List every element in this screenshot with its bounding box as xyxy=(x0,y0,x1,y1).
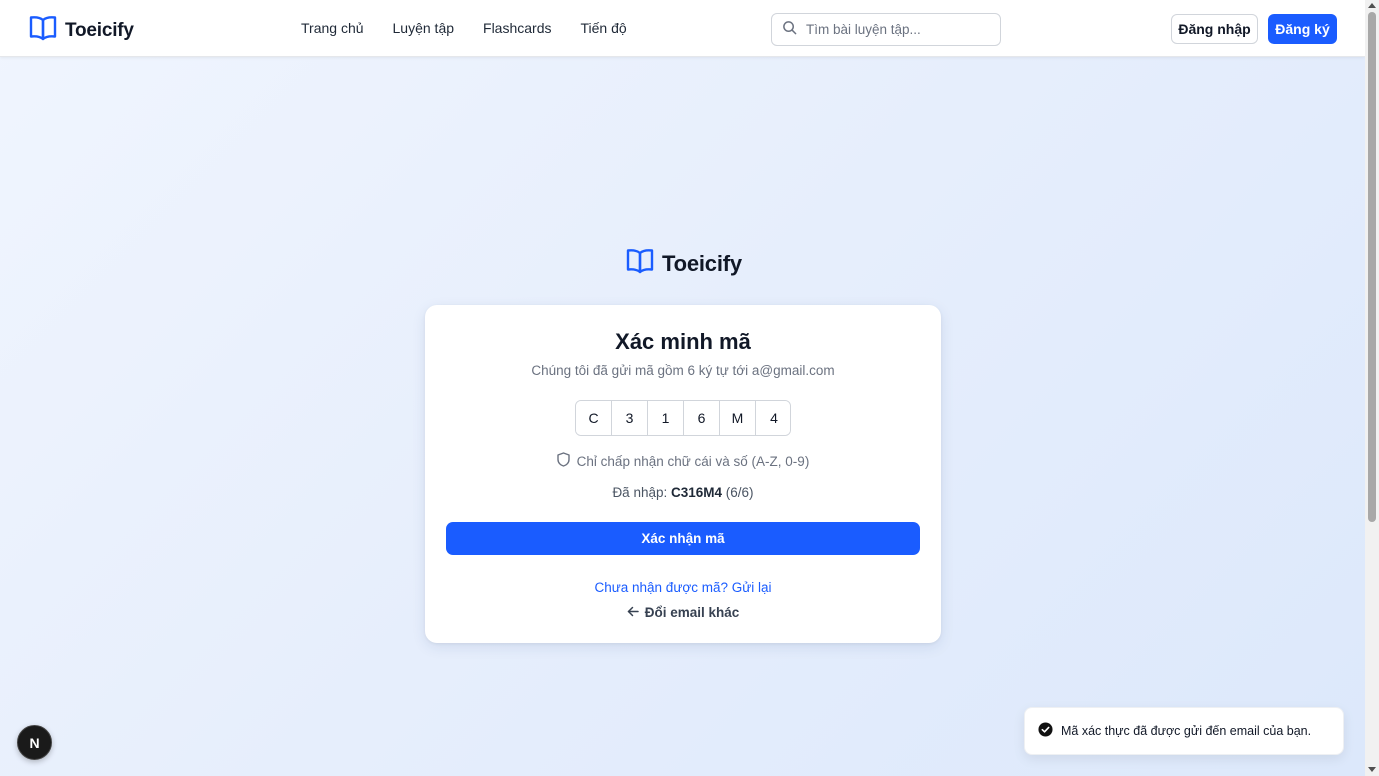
book-open-icon xyxy=(626,248,654,279)
brand-name: Toeicify xyxy=(65,19,134,41)
otp-digit-6[interactable] xyxy=(756,401,790,435)
book-open-icon xyxy=(29,15,57,46)
otp-digit-1[interactable] xyxy=(576,401,612,435)
otp-digit-5[interactable] xyxy=(720,401,756,435)
verify-subtitle: Chúng tôi đã gửi mã gồm 6 ký tự tới a@gm… xyxy=(531,363,835,378)
verify-code-card: Xác minh mã Chúng tôi đã gửi mã gồm 6 ký… xyxy=(425,305,941,643)
confirm-code-button[interactable]: Xác nhận mã xyxy=(446,522,920,555)
entered-label: Đã nhập: xyxy=(612,485,668,500)
page: Toeicify Trang chủ Luyện tập Flashcards … xyxy=(0,0,1365,776)
nav-home[interactable]: Trang chủ xyxy=(301,20,364,36)
success-toast: Mã xác thực đã được gửi đến email của bạ… xyxy=(1024,707,1344,755)
resend-code-link[interactable]: Chưa nhận được mã? Gửi lại xyxy=(425,580,941,595)
shield-icon xyxy=(556,452,570,470)
hint-text: Chỉ chấp nhận chữ cái và số (A-Z, 0-9) xyxy=(576,453,810,469)
scroll-down-arrow-icon[interactable] xyxy=(1368,767,1376,772)
brand-logo-link[interactable]: Toeicify xyxy=(29,15,134,46)
center-brand-name: Toeicify xyxy=(662,250,742,276)
nav-progress[interactable]: Tiến độ xyxy=(580,20,626,36)
register-button[interactable]: Đăng ký xyxy=(1268,14,1337,44)
scroll-up-arrow-icon[interactable] xyxy=(1368,3,1376,8)
page-scrollbar[interactable] xyxy=(1365,0,1379,776)
search-input[interactable] xyxy=(806,22,986,37)
center-brand-logo: Toeicify xyxy=(626,248,742,279)
entered-value: C316M4 xyxy=(671,485,723,500)
otp-digit-4[interactable] xyxy=(684,401,720,435)
entered-count: (6/6) xyxy=(725,485,754,500)
otp-digit-3[interactable] xyxy=(648,401,684,435)
entered-status: Đã nhập: C316M4 (6/6) xyxy=(425,485,941,500)
arrow-left-icon xyxy=(627,605,639,620)
nav-flashcards[interactable]: Flashcards xyxy=(483,20,551,36)
main-nav: Trang chủ Luyện tập Flashcards Tiến độ xyxy=(301,20,627,36)
search-icon xyxy=(782,20,797,40)
change-email-label: Đổi email khác xyxy=(644,605,740,620)
search-box xyxy=(771,13,1001,46)
change-email-link[interactable]: Đổi email khác xyxy=(425,605,941,620)
scrollbar-thumb[interactable] xyxy=(1368,12,1376,522)
dev-tools-badge[interactable]: N xyxy=(17,725,52,760)
check-circle-icon xyxy=(1038,722,1053,740)
otp-code-inputs xyxy=(575,400,791,436)
otp-digit-2[interactable] xyxy=(612,401,648,435)
login-button[interactable]: Đăng nhập xyxy=(1171,14,1258,44)
input-hint: Chỉ chấp nhận chữ cái và số (A-Z, 0-9) xyxy=(425,452,941,470)
toast-message: Mã xác thực đã được gửi đến email của bạ… xyxy=(1061,724,1312,738)
verify-title: Xác minh mã xyxy=(615,329,751,354)
nav-practice[interactable]: Luyện tập xyxy=(393,20,455,36)
top-navbar: Toeicify Trang chủ Luyện tập Flashcards … xyxy=(0,0,1365,57)
